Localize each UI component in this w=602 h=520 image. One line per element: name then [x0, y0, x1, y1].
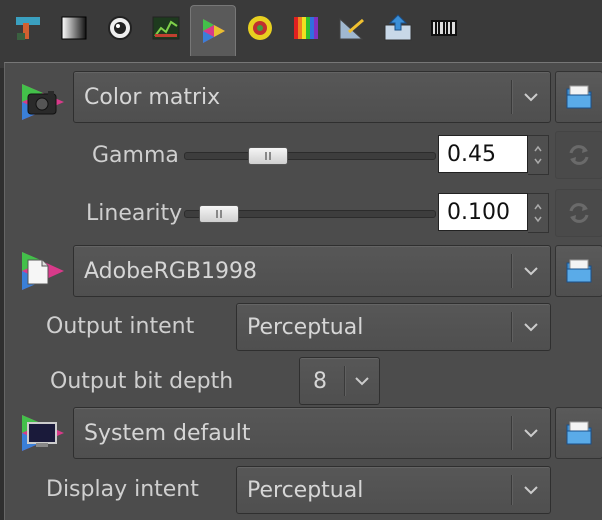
gamma-label: Gamma — [92, 143, 179, 168]
toolbar-tabs — [0, 0, 602, 68]
output-bit-depth-label: Output bit depth — [50, 369, 234, 394]
folder-icon — [566, 85, 592, 109]
tools-icon — [16, 17, 40, 40]
rainbow-icon — [294, 17, 318, 39]
tab-color-wheel[interactable] — [238, 6, 282, 50]
display-intent-combo[interactable]: Perceptual — [236, 466, 551, 514]
linearity-value[interactable]: 0.100 — [438, 193, 528, 231]
folder-icon — [566, 259, 592, 283]
tab-detail[interactable] — [98, 6, 142, 50]
chevron-down-icon — [512, 485, 550, 495]
load-input-profile-button[interactable] — [555, 71, 602, 123]
chevron-down-icon — [512, 428, 550, 438]
tab-waveform[interactable] — [144, 6, 188, 50]
tab-transform[interactable] — [376, 6, 420, 50]
reset-gamma-button[interactable] — [555, 131, 602, 179]
input-profile-value: Color matrix — [84, 84, 221, 110]
gamma-spinbox[interactable]: 0.45 — [438, 135, 556, 175]
exposure-icon — [61, 16, 87, 40]
chevron-down-icon — [512, 322, 550, 332]
tab-geometry[interactable] — [330, 6, 374, 50]
monitor-profile-icon — [22, 415, 64, 451]
waveform-icon — [152, 16, 180, 40]
spin-arrows[interactable] — [528, 135, 549, 175]
working-profile-value: AdobeRGB1998 — [84, 258, 258, 284]
linearity-label: Linearity — [86, 201, 183, 226]
tab-tools[interactable] — [6, 6, 50, 50]
color-management-icon — [203, 19, 225, 43]
reset-icon — [569, 203, 589, 223]
raw-icon — [431, 20, 457, 36]
output-intent-value: Perceptual — [247, 314, 364, 340]
gamma-slider-track[interactable] — [184, 152, 436, 160]
tab-color[interactable] — [190, 5, 236, 56]
monitor-profile-value: System default — [84, 420, 251, 446]
output-intent-label: Output intent — [46, 314, 195, 339]
output-intent-combo[interactable]: Perceptual — [236, 303, 551, 351]
input-profile-combo[interactable]: Color matrix — [73, 71, 551, 123]
folder-icon — [566, 421, 592, 445]
detail-icon — [108, 16, 132, 40]
load-monitor-profile-button[interactable] — [555, 407, 602, 459]
spin-up-down-icon — [534, 203, 542, 223]
working-profile-combo[interactable]: AdobeRGB1998 — [73, 245, 551, 297]
output-bit-depth-value: 8 — [313, 368, 327, 394]
input-profile-icon — [22, 84, 64, 120]
spin-arrows[interactable] — [528, 193, 549, 233]
chevron-down-icon — [512, 92, 550, 102]
load-working-profile-button[interactable] — [555, 245, 602, 297]
chevron-down-icon — [512, 266, 550, 276]
transform-icon — [384, 14, 412, 41]
geometry-icon — [339, 17, 364, 40]
tab-exposure[interactable] — [52, 6, 96, 50]
linearity-spinbox[interactable]: 0.100 — [438, 193, 556, 233]
output-bit-depth-combo[interactable]: 8 — [299, 357, 380, 405]
chevron-down-icon — [345, 376, 379, 386]
linearity-slider-handle[interactable] — [198, 205, 239, 223]
tab-rainbow[interactable] — [284, 6, 328, 50]
reset-linearity-button[interactable] — [555, 189, 602, 237]
gamma-value[interactable]: 0.45 — [438, 135, 528, 173]
display-intent-label: Display intent — [46, 477, 199, 502]
color-wheel-icon — [248, 16, 272, 40]
gamma-slider-handle[interactable] — [247, 147, 288, 165]
display-intent-value: Perceptual — [247, 477, 364, 503]
spin-up-down-icon — [534, 145, 542, 165]
working-profile-icon — [22, 252, 64, 290]
reset-icon — [569, 145, 589, 165]
tab-raw[interactable] — [422, 6, 466, 50]
monitor-profile-combo[interactable]: System default — [73, 407, 551, 459]
